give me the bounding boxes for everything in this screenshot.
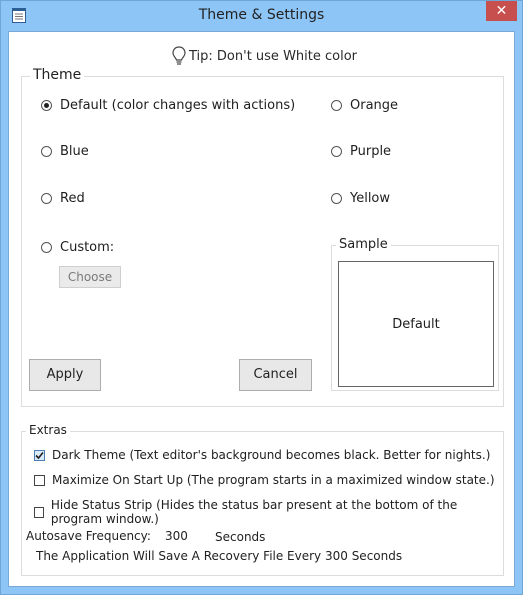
extras-group: Extras Dark Theme (Text editor's backgro… [21,423,504,576]
autosave-note: The Application Will Save A Recovery Fil… [36,549,403,563]
checkbox-label: Hide Status Strip (Hides the status bar … [50,498,458,526]
choose-color-button[interactable]: Choose [59,266,121,288]
radio-indicator[interactable] [331,146,342,157]
checkbox-indicator[interactable] [34,449,45,461]
radio-label: Custom: [60,240,115,255]
radio-indicator[interactable] [41,100,52,111]
client-area: Tip: Don't use White color Theme Default… [8,31,515,587]
checkbox-label: Maximize On Start Up (The program starts… [52,473,495,487]
apply-button[interactable]: Apply [29,359,101,391]
theme-legend: Theme [30,67,85,83]
radio-blue[interactable]: Blue [41,144,89,159]
radio-label: Orange [350,98,399,113]
checkbox-indicator[interactable] [34,474,45,486]
checkbox-label: Dark Theme (Text editor's background bec… [52,448,491,462]
sample-preview: Default [338,261,494,387]
extras-legend: Extras [26,423,70,437]
cancel-button[interactable]: Cancel [239,359,312,391]
radio-purple[interactable]: Purple [331,144,391,159]
sample-preview-text: Default [392,316,440,332]
settings-window: Theme & Settings ✕ Tip: Don't use White … [0,0,523,595]
radio-custom[interactable]: Custom: [41,240,114,255]
checkbox-maximize-startup[interactable]: Maximize On Start Up (The program starts… [34,473,495,487]
radio-label: Default (color changes with actions) [60,98,296,113]
autosave-value[interactable]: 300 [165,529,188,543]
autosave-label: Autosave Frequency: [26,529,151,543]
close-button[interactable]: ✕ [486,1,517,21]
radio-label: Yellow [350,191,391,206]
checkbox-indicator[interactable] [34,506,44,518]
radio-default[interactable]: Default (color changes with actions) [41,98,295,113]
radio-indicator[interactable] [331,193,342,204]
theme-group: Theme Default (color changes with action… [21,67,504,407]
close-icon: ✕ [495,3,508,19]
window-title: Theme & Settings [198,7,325,23]
radio-indicator[interactable] [41,242,52,253]
radio-label: Blue [60,144,89,159]
radio-yellow[interactable]: Yellow [331,191,390,206]
checkmark-icon [35,451,44,459]
title-bar[interactable]: Theme & Settings ✕ [1,1,522,31]
radio-indicator[interactable] [41,146,52,157]
radio-label: Purple [350,144,392,159]
radio-orange[interactable]: Orange [331,98,398,113]
checkbox-dark-theme[interactable]: Dark Theme (Text editor's background bec… [34,448,490,462]
radio-indicator[interactable] [41,193,52,204]
checkbox-hide-status-strip[interactable]: Hide Status Strip (Hides the status bar … [34,498,503,526]
lightbulb-icon [172,46,186,65]
tip-text: Tip: Don't use White color [189,48,358,64]
radio-label: Red [60,191,85,206]
autosave-unit: Seconds [215,530,266,544]
radio-red[interactable]: Red [41,191,85,206]
tip: Tip: Don't use White color [172,46,357,66]
radio-indicator[interactable] [331,100,342,111]
sample-legend: Sample [336,237,391,252]
sample-group: Sample Default [331,237,499,391]
